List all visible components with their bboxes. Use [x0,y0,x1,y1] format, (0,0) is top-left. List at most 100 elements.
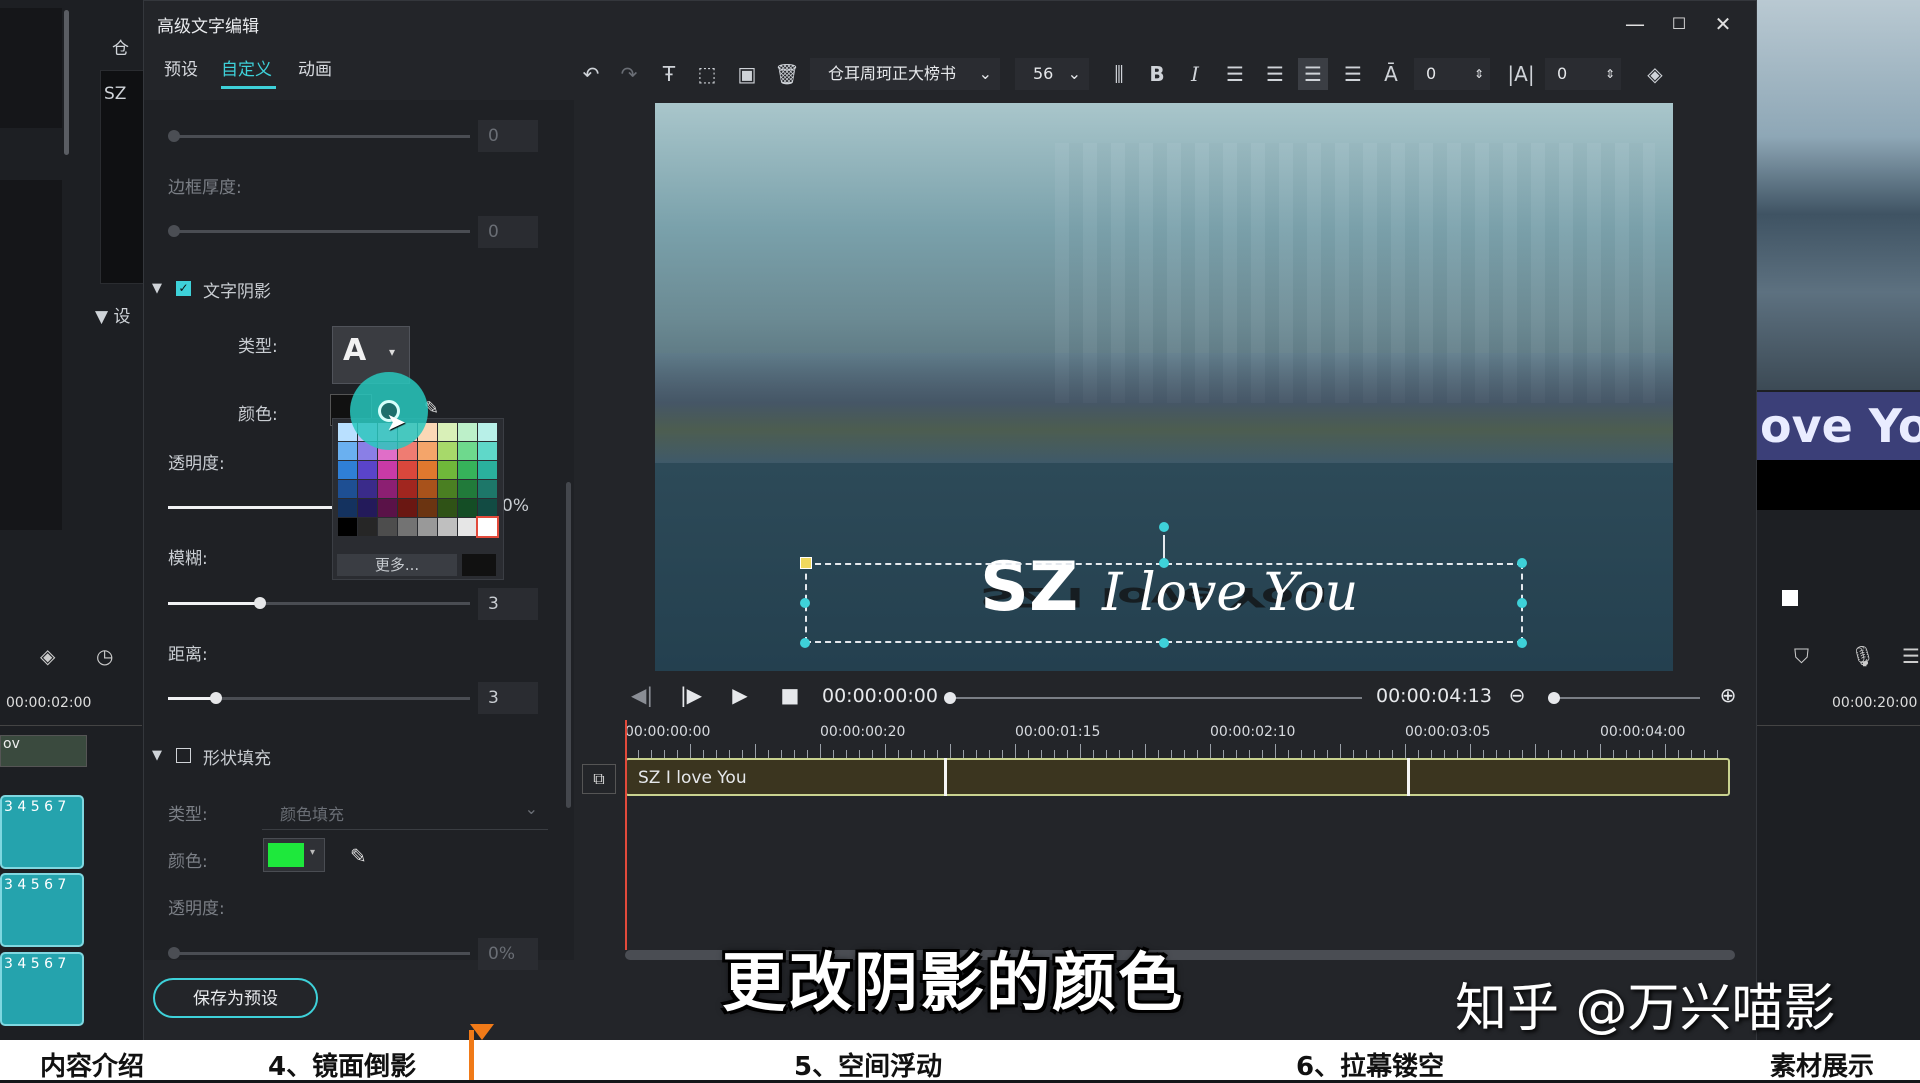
line-spacing-icon[interactable]: |A| [1506,62,1536,86]
tab-animation[interactable]: 动画 [298,55,332,80]
palette-swatch[interactable] [358,461,377,479]
resize-handle[interactable] [1517,638,1527,648]
crop-icon[interactable]: ⬚ [692,62,722,86]
palette-swatch[interactable] [438,480,457,498]
more-colors-button[interactable]: 更多... [337,554,457,576]
menu-icon[interactable]: ☰ [1902,644,1920,668]
align-right-icon[interactable]: ☰ [1260,62,1290,86]
palette-swatch[interactable] [338,518,357,536]
palette-swatch[interactable] [478,461,497,479]
collapse-arrow-icon[interactable]: ▼ [152,281,162,296]
border-thickness-knob[interactable] [168,225,180,237]
palette-swatch[interactable] [358,499,377,517]
timeline-clip[interactable] [625,758,1730,796]
palette-swatch[interactable] [458,423,477,441]
playback-progress[interactable] [952,697,1362,699]
background-scrollbar[interactable] [64,10,69,155]
palette-swatch[interactable] [458,442,477,460]
maximize-icon[interactable]: ☐ [1664,10,1694,38]
justify-icon[interactable]: ☰ [1338,62,1368,86]
top-slider-knob[interactable] [168,130,180,142]
palette-swatch[interactable] [378,499,397,517]
fill-opacity-value[interactable]: 0% [478,938,538,970]
microphone-icon[interactable]: 🎙 [1850,644,1875,668]
resize-handle[interactable] [1517,558,1527,568]
timeline-playhead[interactable] [625,720,627,950]
play-icon[interactable]: ▶ [725,683,755,707]
background-track-clip[interactable]: ov [0,735,87,767]
layers-icon[interactable]: ◈ [1640,62,1670,86]
shadow-blur-value[interactable]: 3 [478,588,538,620]
zoom-knob[interactable] [1548,692,1560,704]
resize-handle[interactable] [1159,558,1169,568]
palette-swatch[interactable] [358,518,377,536]
tab-presets[interactable]: 预设 [164,55,198,80]
palette-swatch[interactable] [418,499,437,517]
fill-color-swatch[interactable]: ▾ [263,838,325,872]
palette-swatch[interactable] [478,442,497,460]
background-track-keyframes[interactable]: 3 4 5 6 7 [0,952,84,1026]
shape-fill-checkbox[interactable] [176,748,191,763]
palette-swatch[interactable] [398,480,417,498]
clock-icon[interactable]: ◷ [96,644,113,668]
border-thickness-value[interactable]: 0 [478,216,538,248]
undo-icon[interactable]: ↶ [576,62,606,86]
text-spacing-input[interactable]: 0 ⇕ [1414,58,1490,90]
settings-scrollbar[interactable] [566,482,571,808]
align-center-icon[interactable]: ☰ [1298,58,1328,90]
shadow-distance-value[interactable]: 3 [478,682,538,714]
resize-handle[interactable] [800,638,810,648]
stepper-icon[interactable]: ⇕ [1605,58,1615,90]
stop-icon[interactable] [1782,590,1798,606]
palette-swatch[interactable] [418,518,437,536]
palette-swatch[interactable] [378,461,397,479]
text-selection-box[interactable] [805,563,1523,643]
resize-handle[interactable] [1517,598,1527,608]
fill-opacity-knob[interactable] [168,947,180,959]
background-track-keyframes[interactable]: 3 4 5 6 7 [0,873,84,947]
shadow-blur-knob[interactable] [254,597,266,609]
font-family-select[interactable]: 仓耳周珂正大榜书 ⌄ [810,58,1000,90]
resize-handle[interactable] [1159,638,1169,648]
palette-swatch[interactable] [398,461,417,479]
palette-swatch[interactable] [418,480,437,498]
resize-handle[interactable] [800,557,812,569]
stop-icon[interactable]: ■ [775,683,805,707]
zoom-slider[interactable] [1556,697,1700,699]
palette-swatch[interactable] [478,480,497,498]
palette-swatch[interactable] [438,423,457,441]
clip-keyframe-marker[interactable] [1407,758,1410,796]
chapter-item[interactable]: 4、镜面倒影 [268,1046,416,1083]
palette-swatch[interactable] [438,518,457,536]
palette-swatch[interactable] [438,461,457,479]
minimize-icon[interactable]: — [1620,10,1650,38]
top-slider[interactable] [172,135,470,138]
palette-swatch[interactable] [338,480,357,498]
chapter-item[interactable]: 6、拉幕镂空 [1296,1046,1444,1083]
palette-swatch[interactable] [338,499,357,517]
play-frame-icon[interactable]: |▶ [676,683,706,707]
italic-icon[interactable]: I [1180,62,1210,86]
background-track-keyframes[interactable]: 3 4 5 6 7 [0,795,84,869]
border-thickness-slider[interactable] [172,230,470,233]
palette-swatch[interactable] [458,499,477,517]
palette-swatch[interactable] [458,461,477,479]
palette-swatch[interactable] [438,499,457,517]
top-slider-value[interactable]: 0 [478,120,538,152]
chapter-item[interactable]: 内容介绍 [40,1046,144,1083]
tab-custom[interactable]: 自定义 [221,55,272,80]
resize-handle[interactable] [800,598,810,608]
image-icon[interactable]: ▣ [732,62,762,86]
palette-swatch[interactable] [338,442,357,460]
align-icon[interactable]: ⫼ [1104,62,1134,86]
palette-swatch[interactable] [418,461,437,479]
text-add-icon[interactable]: Ŧ [654,62,684,86]
font-size-select[interactable]: 56 ⌄ [1015,58,1089,90]
bold-icon[interactable]: B [1142,62,1172,86]
palette-swatch[interactable] [418,442,437,460]
palette-swatch[interactable] [358,480,377,498]
save-as-preset-button[interactable]: 保存为预设 [153,978,318,1018]
palette-swatch[interactable] [378,518,397,536]
line-spacing-input[interactable]: 0 ⇕ [1545,58,1621,90]
rotate-handle[interactable] [1159,522,1169,532]
